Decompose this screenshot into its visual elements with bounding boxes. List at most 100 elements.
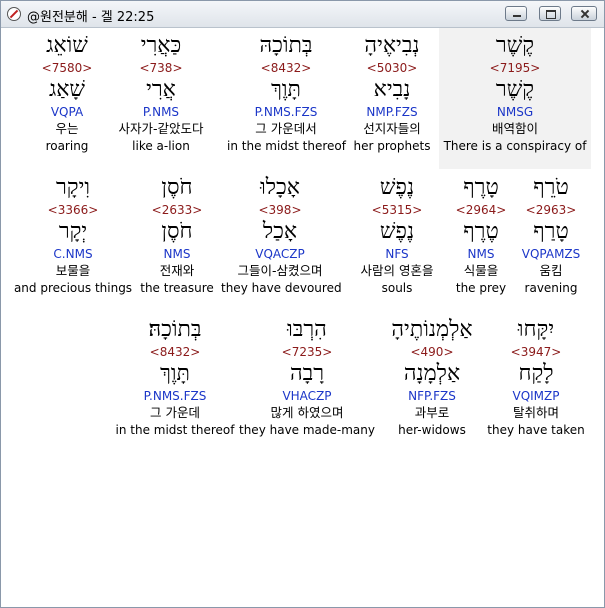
lexical-form: טֶרֶף — [463, 219, 499, 244]
morphology-code: P.NMS — [142, 105, 180, 119]
word-cell[interactable]: אָכָלוּ <398> אָכַל VQACZP 그들이-삼켰으며 they… — [221, 174, 342, 296]
lexical-form: חֹסֶן — [161, 219, 193, 244]
word-cell[interactable]: חֹסֶן <2633> חֹסֶן NMS 전재와 the treasure — [137, 174, 217, 296]
lexical-form: תָּוֶךְ — [271, 77, 301, 102]
hebrew-word: בְּתוֹכָהּ — [259, 33, 313, 58]
hebrew-word: וִיקָר — [56, 175, 90, 200]
minimize-button[interactable] — [505, 6, 527, 21]
korean-gloss: 우는 — [55, 121, 79, 136]
word-cell[interactable]: הִרְבּוּ <7235> רָבָה VHACZP 많게 하였으며 the… — [239, 316, 375, 438]
english-gloss: they have made-many — [239, 423, 375, 437]
close-icon — [572, 7, 596, 20]
word-cell[interactable]: טֹרֵף <2963> טָרַף VQPAMZS 움킴 ravening — [513, 174, 589, 296]
strong-number[interactable]: <8432> — [115, 344, 235, 360]
english-gloss: roaring — [45, 139, 89, 153]
english-gloss: in the midst thereof — [227, 139, 346, 153]
lexical-form: אֲרִי — [146, 77, 176, 102]
strong-number[interactable]: <5030> — [351, 60, 433, 76]
lexical-form: יְקָר — [58, 219, 88, 244]
lexical-form: תָּוֶךְ — [160, 361, 190, 386]
english-gloss: like a-lion — [132, 139, 190, 153]
strong-number[interactable]: <7195> — [441, 60, 589, 76]
lexical-form: שָׁאַג — [48, 77, 86, 102]
morphology-code: C.NMS — [53, 247, 93, 261]
english-gloss: they have devoured — [221, 281, 342, 295]
word-cell[interactable]: וִיקָר <3366> יְקָר C.NMS 보물을 and precio… — [13, 174, 133, 296]
close-button[interactable] — [571, 6, 597, 21]
korean-gloss: 과부로 — [414, 405, 450, 420]
lexical-form: טָרַף — [533, 219, 569, 244]
strong-number[interactable]: <738> — [105, 60, 217, 76]
english-gloss: There is a conspiracy of — [443, 139, 587, 153]
hebrew-word: טֹרֵף — [533, 175, 569, 200]
english-gloss: they have taken — [487, 423, 585, 437]
strong-number[interactable]: <3366> — [13, 202, 133, 218]
app-window: @원전분해 - 겔 22:25 שׁוֹאֵג <7580> שָׁאַג VQ… — [0, 0, 605, 608]
word-cell-selected[interactable]: קֶשֶׁר <7195> קֶשֶׁר NMSG 배역함이 There is … — [441, 32, 589, 154]
hebrew-word: הִרְבּוּ — [287, 317, 327, 342]
korean-gloss: 그 가운데서 — [255, 121, 317, 136]
strong-number[interactable]: <398> — [221, 202, 339, 218]
title-bar[interactable]: @원전분해 - 겔 22:25 — [1, 1, 604, 28]
english-gloss: ravening — [524, 281, 578, 295]
strong-number[interactable]: <2963> — [513, 202, 589, 218]
hebrew-word: קֶשֶׁר — [495, 33, 535, 58]
hebrew-word: יִקָּחוּ — [517, 317, 555, 342]
lexical-form: אַלְמָנָה — [403, 361, 461, 386]
morphology-code: VQPAMZS — [521, 247, 581, 261]
strong-number[interactable]: <3947> — [487, 344, 585, 360]
korean-gloss: 식물을 — [463, 263, 499, 278]
morphology-code: NMP.FZS — [366, 105, 418, 119]
morphology-code: VQACZP — [255, 247, 305, 261]
korean-gloss: 그 가운데 — [150, 405, 200, 420]
morphology-code: NMS — [163, 247, 191, 261]
maximize-button[interactable] — [539, 6, 561, 21]
word-cell[interactable]: יִקָּחוּ <3947> לָקַח VQIMZP 탈취하며 they h… — [487, 316, 585, 438]
english-gloss: and precious things — [13, 281, 133, 295]
english-gloss: in the midst thereof — [115, 423, 235, 437]
morphology-code: VHACZP — [282, 389, 332, 403]
morphology-code: NFP.FZS — [408, 389, 456, 403]
hebrew-word: אָכָלוּ — [260, 175, 300, 200]
word-cell[interactable]: נְבִיאֶיהָ <5030> נָבִיא NMP.FZS 선지자들의 h… — [351, 32, 433, 154]
word-cell[interactable]: נֶפֶשׁ <5315> נֶפֶשׁ NFS 사람의 영혼을 souls — [345, 174, 449, 296]
korean-gloss: 선지자들의 — [363, 121, 421, 136]
english-gloss: her prophets — [353, 139, 431, 153]
hebrew-word: נֶפֶשׁ — [379, 175, 415, 200]
strong-number[interactable]: <7580> — [39, 60, 95, 76]
maximize-icon — [540, 7, 560, 20]
english-gloss: her-widows — [398, 423, 466, 437]
strong-number[interactable]: <5315> — [345, 202, 449, 218]
app-logo-icon — [7, 7, 21, 21]
korean-gloss: 그들이-삼켰으며 — [237, 263, 323, 278]
hebrew-word: נְבִיאֶיהָ — [364, 33, 420, 58]
word-cell[interactable]: בְּתוֹכָהּ <8432> תָּוֶךְ P.NMS.FZS 그 가운… — [227, 32, 346, 154]
english-gloss: the treasure — [140, 281, 214, 295]
morphology-code: NFS — [385, 247, 409, 261]
lexical-form: קֶשֶׁר — [495, 77, 535, 102]
word-cell[interactable]: שׁוֹאֵג <7580> שָׁאַג VQPA 우는 roaring — [39, 32, 95, 154]
word-cell[interactable]: כַּאֲרִי <738> אֲרִי P.NMS 사자가-같았도다 like… — [105, 32, 217, 154]
lexical-form: אָכַל — [262, 219, 298, 244]
morphology-code: VQPA — [50, 105, 84, 119]
strong-number[interactable]: <2633> — [137, 202, 217, 218]
word-cell[interactable]: בְּתוֹכָהּ׃ <8432> תָּוֶךְ P.NMS.FZS 그 가… — [115, 316, 235, 438]
word-cell[interactable]: טָרֶף <2964> טֶרֶף NMS 식물을 the prey — [453, 174, 509, 296]
korean-gloss: 배역함이 — [491, 121, 538, 136]
window-title: @원전분해 - 겔 22:25 — [27, 10, 155, 25]
hebrew-word: חֹסֶן — [161, 175, 193, 200]
strong-number[interactable]: <7235> — [239, 344, 375, 360]
hebrew-word: אַלְמְנוֹתֶיהָ — [391, 317, 473, 342]
minimize-icon — [506, 7, 526, 20]
hebrew-word: כַּאֲרִי — [140, 33, 182, 58]
strong-number[interactable]: <2964> — [453, 202, 509, 218]
morphology-code: P.NMS.FZS — [254, 105, 318, 119]
korean-gloss: 사자가-같았도다 — [118, 121, 204, 136]
strong-number[interactable]: <490> — [377, 344, 487, 360]
word-cell[interactable]: אַלְמְנוֹתֶיהָ <490> אַלְמָנָה NFP.FZS 과… — [377, 316, 487, 438]
korean-gloss: 전재와 — [159, 263, 195, 278]
korean-gloss: 많게 하였으며 — [270, 405, 344, 420]
strong-number[interactable]: <8432> — [227, 60, 345, 76]
morphology-code: NMS — [467, 247, 495, 261]
english-gloss: the prey — [455, 281, 507, 295]
